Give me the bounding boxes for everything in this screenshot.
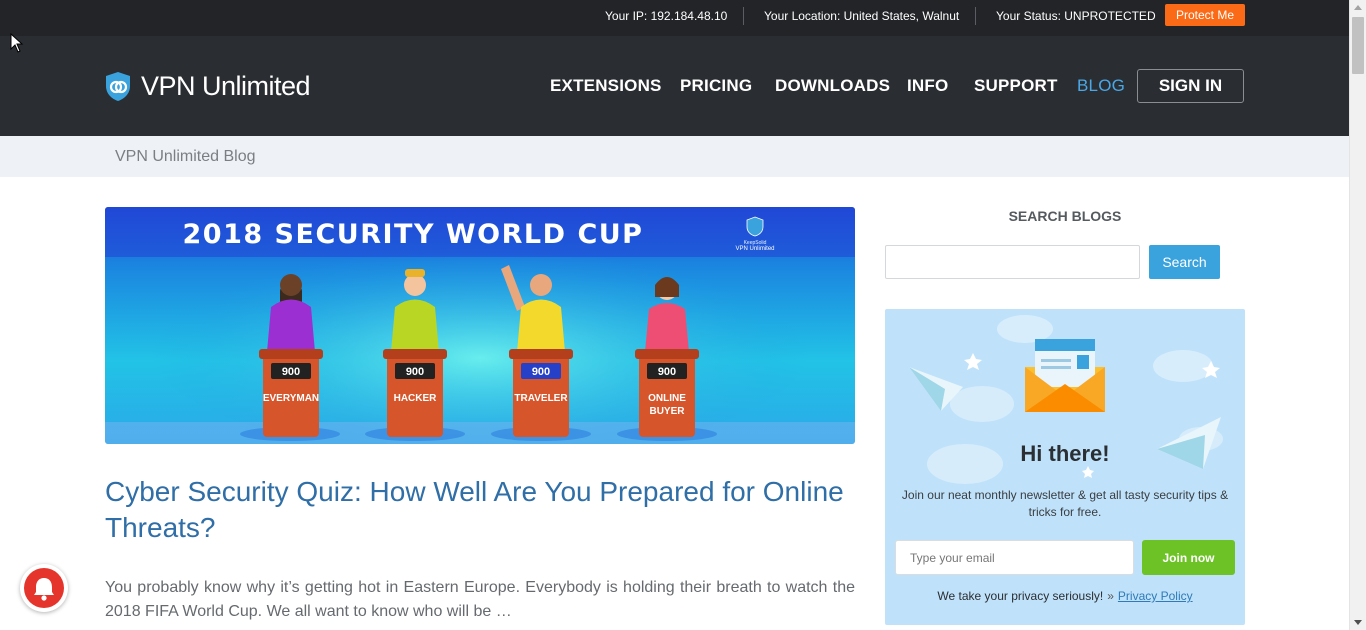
- chevron-right-icon: »: [1107, 589, 1114, 603]
- site-header: VPN Unlimited EXTENSIONS PRICING DOWNLOA…: [0, 36, 1349, 136]
- score: 900: [406, 366, 424, 378]
- ip-address: Your IP: 192.184.48.10: [605, 9, 728, 23]
- search-blogs-heading: SEARCH BLOGS: [1008, 208, 1122, 224]
- divider: [975, 7, 976, 25]
- banner-title: 2018 SECURITY WORLD CUP: [183, 219, 644, 250]
- privacy-note: We take your privacy seriously!» Privacy …: [885, 589, 1245, 603]
- nav-extensions[interactable]: EXTENSIONS: [550, 76, 662, 96]
- protect-me-button[interactable]: Protect Me: [1165, 4, 1245, 26]
- nav-blog[interactable]: BLOG: [1077, 76, 1125, 96]
- scroll-up-arrow-icon[interactable]: [1354, 5, 1362, 10]
- star-icon: [1082, 466, 1094, 478]
- contestant-label: ONLINE: [648, 393, 686, 404]
- sign-in-button[interactable]: SIGN IN: [1137, 69, 1244, 103]
- nav-downloads[interactable]: DOWNLOADS: [775, 76, 890, 96]
- protection-status: Your Status: UNPROTECTED: [996, 9, 1156, 23]
- scroll-down-arrow-icon[interactable]: [1354, 620, 1362, 625]
- nav-info[interactable]: INFO: [907, 76, 948, 96]
- post-hero-image[interactable]: 2018 SECURITY WORLD CUP KeepSolid VPN Un…: [105, 207, 855, 444]
- contestant-label: EVERYMAN: [263, 393, 319, 404]
- logo-text: VPN Unlimited: [141, 71, 311, 101]
- nav-pricing[interactable]: PRICING: [680, 76, 752, 96]
- score: 900: [282, 366, 300, 378]
- privacy-policy-link[interactable]: Privacy Policy: [1118, 589, 1193, 603]
- contestant-label: TRAVELER: [514, 393, 568, 404]
- post-title-link[interactable]: Cyber Security Quiz: How Well Are You Pr…: [105, 474, 855, 546]
- star-icon: [964, 353, 982, 370]
- score: 900: [658, 366, 676, 378]
- newsletter-panel: Hi there! Join our neat monthly newslett…: [885, 309, 1245, 625]
- nav-support[interactable]: SUPPORT: [974, 76, 1058, 96]
- top-info-bar: Your IP: 192.184.48.10 Your Location: Un…: [0, 0, 1349, 36]
- contestant-label: HACKER: [394, 393, 438, 404]
- envelope-icon: [1025, 339, 1105, 412]
- newsletter-description: Join our neat monthly newsletter & get a…: [901, 488, 1229, 519]
- hero-illustration: 2018 SECURITY WORLD CUP KeepSolid VPN Un…: [105, 207, 855, 444]
- brand-name: VPN Unlimited: [735, 246, 774, 252]
- search-input[interactable]: [885, 245, 1140, 279]
- email-input[interactable]: [895, 540, 1134, 575]
- location-info: Your Location: United States, Walnut: [764, 9, 960, 23]
- notification-bell-button[interactable]: [20, 564, 68, 612]
- page-scrollbar[interactable]: [1349, 0, 1366, 630]
- logo[interactable]: VPN Unlimited: [105, 71, 311, 102]
- join-now-button[interactable]: Join now: [1142, 540, 1235, 575]
- score: 900: [532, 366, 550, 378]
- post-excerpt: You probably know why it’s getting hot i…: [105, 579, 855, 620]
- privacy-text: We take your privacy seriously!: [937, 589, 1104, 603]
- bell-icon: [34, 578, 54, 601]
- divider: [743, 7, 744, 25]
- bell-badge: [24, 568, 64, 608]
- newsletter-title: Hi there!: [1020, 441, 1110, 466]
- breadcrumb[interactable]: VPN Unlimited Blog: [115, 148, 256, 166]
- contestant-label: BUYER: [649, 406, 685, 417]
- search-button[interactable]: Search: [1149, 245, 1220, 279]
- breadcrumb-bar: VPN Unlimited Blog: [0, 136, 1349, 177]
- mouse-cursor-icon: [10, 33, 24, 53]
- scroll-thumb[interactable]: [1352, 17, 1364, 74]
- shield-logo-icon: [106, 72, 130, 101]
